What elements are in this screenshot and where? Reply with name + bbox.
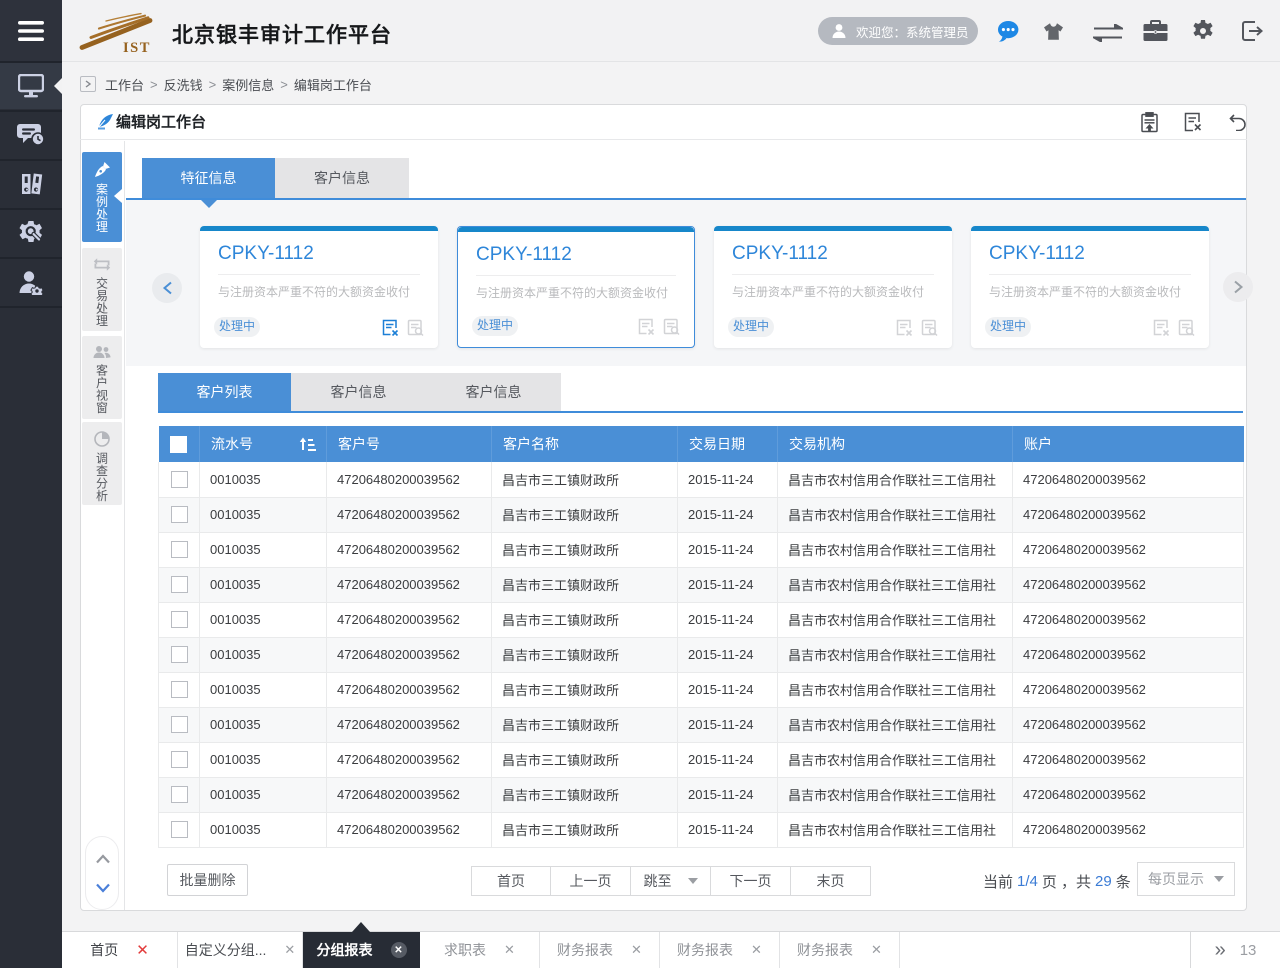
svg-text:IST: IST: [123, 40, 151, 53]
